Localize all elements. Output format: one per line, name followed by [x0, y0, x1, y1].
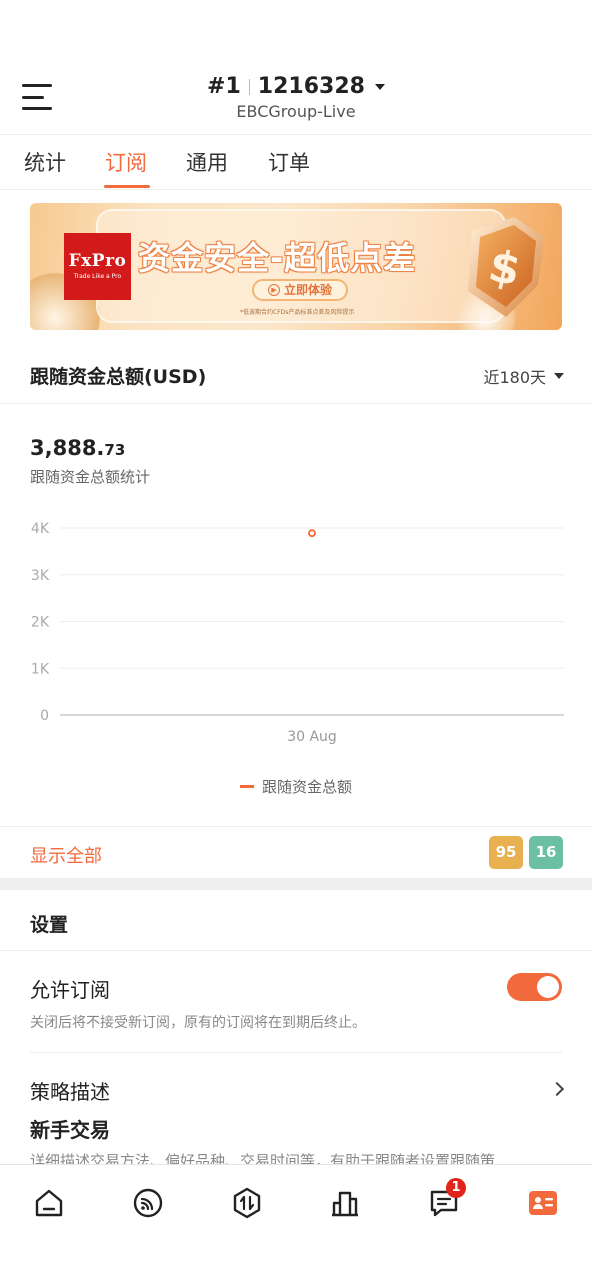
account-number: #1: [207, 74, 241, 99]
total-chart: 4K 3K 2K 1K 0 30 Aug: [31, 521, 564, 745]
legend-marker: [239, 785, 254, 788]
total-amount-label: 跟随资金总额统计: [30, 468, 151, 486]
home-icon[interactable]: [29, 1183, 69, 1223]
tab-orders[interactable]: 订单: [268, 147, 310, 177]
active-tab-indicator: [104, 185, 150, 188]
y-tick-label: 0: [40, 708, 49, 724]
y-tick-label: 4K: [31, 521, 50, 537]
section-gap: [0, 878, 592, 890]
allow-subscription-desc: 关闭后将不接受新订阅，原有的订阅将在到期后终止。: [30, 1015, 366, 1031]
strategy-name: 新手交易: [30, 1118, 110, 1142]
count-badge: 16: [529, 836, 563, 869]
total-card-footer: 显示全部 95 16: [0, 826, 592, 878]
settings-card: 设置 允许订阅 关闭后将不接受新订阅，原有的订阅将在到期后终止。 策略描述 新手…: [0, 890, 592, 1170]
chart-legend[interactable]: 跟随资金总额: [0, 776, 592, 797]
header: #1 1216328 EBCGroup-Live: [0, 0, 592, 134]
banner-disclaimer: *低波期合约CFDs产品标准点差及风险提示: [240, 309, 355, 316]
account-id: 1216328: [257, 74, 365, 99]
banner-cta-button[interactable]: ▶ 立即体验: [252, 279, 349, 301]
total-card-header: 跟随资金总额(USD) 近180天: [0, 344, 592, 404]
bottom-nav: 1: [0, 1164, 592, 1280]
chevron-down-icon: [374, 83, 385, 90]
total-card: 跟随资金总额(USD) 近180天 3,888.73 跟随资金总额统计 4K 3K…: [0, 344, 592, 878]
strategy-label[interactable]: 策略描述: [30, 1076, 110, 1105]
tab-subscription[interactable]: 订阅: [105, 147, 147, 177]
messages-badge: 1: [446, 1178, 466, 1198]
chevron-right-icon[interactable]: [549, 1081, 565, 1097]
data-point[interactable]: [308, 529, 316, 538]
fxpro-logo: FxPro Trade Like a Pro: [64, 233, 131, 300]
x-tick-label: 30 Aug: [287, 729, 337, 745]
count-badge: 95: [489, 836, 523, 869]
play-icon: ▶: [268, 284, 280, 296]
period-selector[interactable]: 近180天: [483, 364, 564, 388]
total-title: 跟随资金总额(USD): [30, 366, 207, 388]
trade-icon[interactable]: [227, 1183, 267, 1223]
toggle-knob: [537, 976, 559, 998]
chart-icon[interactable]: [325, 1183, 365, 1223]
dollar-shield-icon: $: [468, 217, 544, 317]
signal-icon[interactable]: [128, 1183, 168, 1223]
y-tick-label: 2K: [31, 615, 50, 631]
divider: [0, 950, 592, 951]
tab-stats[interactable]: 统计: [24, 147, 66, 177]
divider: [30, 1052, 562, 1053]
account-switcher: #1 1216328 EBCGroup-Live: [0, 74, 592, 121]
tab-bar: 统计 订阅 通用 订单: [0, 134, 592, 190]
caret-down-icon: [554, 373, 564, 379]
y-tick-label: 3K: [31, 568, 50, 584]
server-name: EBCGroup-Live: [236, 102, 356, 121]
y-tick-label: 1K: [31, 661, 50, 677]
tab-general[interactable]: 通用: [186, 147, 228, 177]
allow-subscription-label: 允许订阅: [30, 978, 110, 1002]
total-amount: 3,888.73: [30, 436, 126, 460]
settings-title: 设置: [30, 914, 69, 936]
account-separator: [248, 78, 250, 95]
profile-card-icon[interactable]: [523, 1183, 563, 1223]
banner-title: 资金安全-超低点差: [138, 239, 417, 277]
allow-subscription-toggle[interactable]: [507, 973, 562, 1001]
promo-banner[interactable]: FxPro Trade Like a Pro 资金安全-超低点差 ▶ 立即体验 …: [30, 203, 562, 330]
show-all-link[interactable]: 显示全部: [30, 842, 102, 868]
legend-label: 跟随资金总额: [261, 778, 352, 796]
account-selector[interactable]: #1 1216328: [207, 74, 385, 99]
messages-icon[interactable]: 1: [424, 1178, 466, 1223]
